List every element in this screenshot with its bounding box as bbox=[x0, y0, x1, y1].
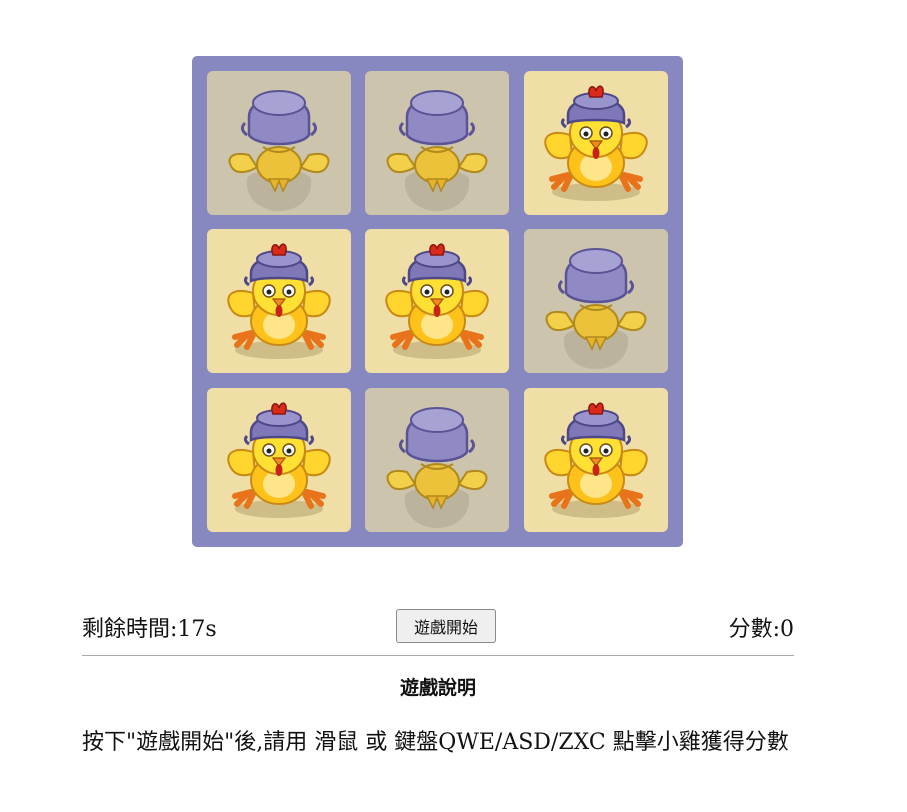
instructions-text: 按下"遊戲開始"後,請用 滑鼠 或 鍵盤QWE/ASD/ZXC 點擊小雞獲得分數 bbox=[82, 730, 789, 755]
score-display: 分數:0 bbox=[728, 617, 794, 642]
cell-z[interactable] bbox=[207, 388, 351, 532]
cell-q[interactable] bbox=[207, 71, 351, 215]
chick-hiding-under-pot-icon bbox=[207, 71, 351, 215]
start-game-button[interactable]: 遊戲開始 bbox=[396, 609, 496, 643]
cell-a[interactable] bbox=[207, 229, 351, 373]
cell-x[interactable] bbox=[365, 388, 509, 532]
cell-w[interactable] bbox=[365, 71, 509, 215]
divider bbox=[82, 655, 794, 656]
cell-e[interactable] bbox=[524, 71, 668, 215]
chick-hiding-under-pot-icon bbox=[365, 71, 509, 215]
chick-with-pot-helmet-icon bbox=[207, 388, 351, 532]
chick-with-pot-helmet-icon bbox=[524, 388, 668, 532]
chick-hiding-under-pot-icon bbox=[365, 388, 509, 532]
game-board bbox=[192, 56, 683, 547]
status-bar: 剩餘時間:17s 遊戲開始 分數:0 bbox=[82, 606, 794, 646]
chick-with-pot-helmet-icon bbox=[524, 71, 668, 215]
cell-d[interactable] bbox=[524, 229, 668, 373]
instructions-title: 遊戲說明 bbox=[399, 677, 476, 699]
chick-with-pot-helmet-icon bbox=[365, 229, 509, 373]
cell-s[interactable] bbox=[365, 229, 509, 373]
chick-hiding-under-pot-icon bbox=[524, 229, 668, 373]
time-remaining: 剩餘時間:17s bbox=[82, 617, 217, 642]
cell-c[interactable] bbox=[524, 388, 668, 532]
chick-with-pot-helmet-icon bbox=[207, 229, 351, 373]
